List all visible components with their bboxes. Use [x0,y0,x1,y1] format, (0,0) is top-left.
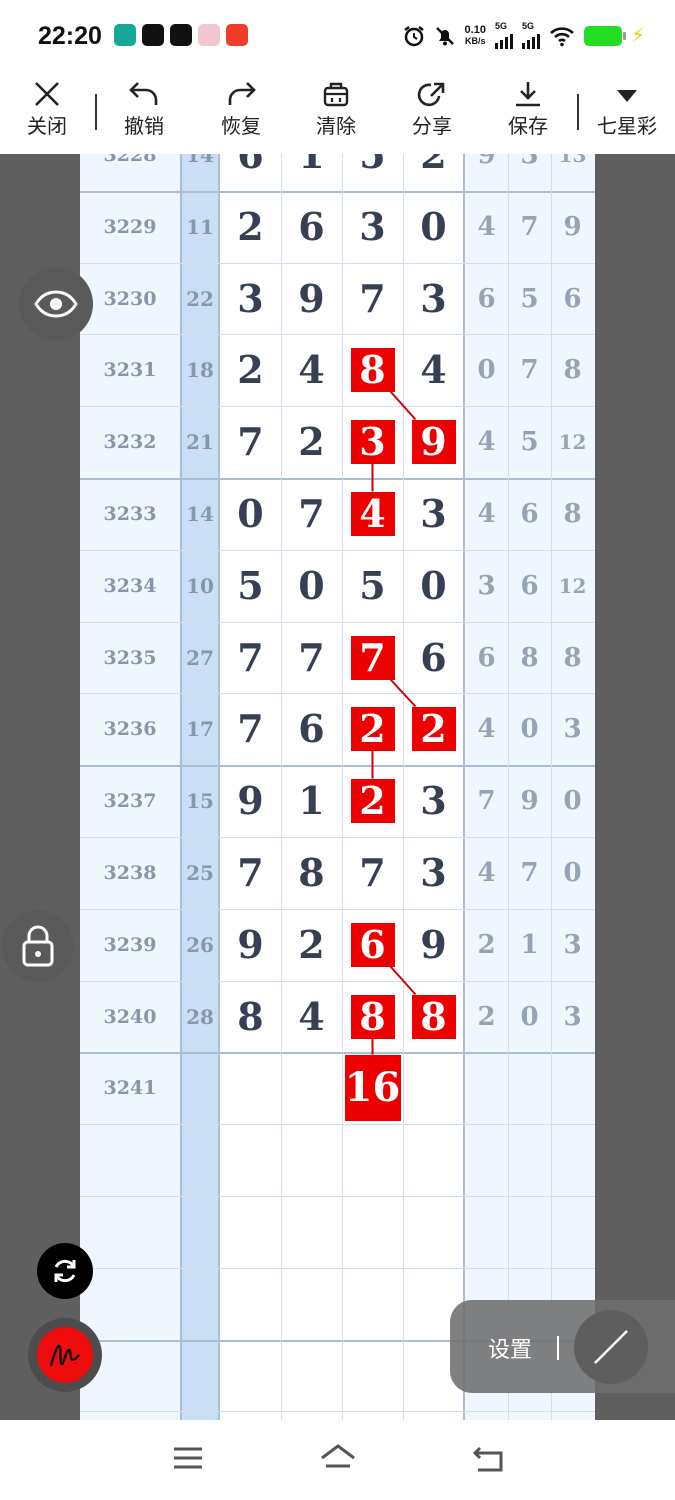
pen-tool-button[interactable] [28,1318,102,1392]
close-button[interactable]: 关闭 [12,72,82,139]
menu-icon[interactable] [172,1444,204,1472]
settings-panel: 设置 [450,1300,675,1393]
clear-button[interactable]: 清除 [301,72,371,139]
shopping-app-icon [226,24,248,46]
wifi-icon [550,26,574,46]
line-tool-button[interactable] [574,1310,648,1384]
redo-button[interactable]: 恢复 [206,72,276,139]
toolbar-divider [577,94,579,130]
redo-icon [228,82,256,105]
back-icon[interactable] [472,1444,504,1474]
capcut-icon [170,24,192,46]
charging-icon: ⚡ [630,25,645,47]
mute-icon [435,26,454,45]
home-icon[interactable] [319,1444,357,1474]
trend-connector-lines [371,390,417,1055]
line-tool-icon [594,1330,628,1364]
visibility-toggle-button[interactable] [19,267,93,341]
refresh-button[interactable] [37,1243,93,1299]
notification-icons [114,24,248,46]
dropdown-icon [617,90,637,102]
canvas-margin-right [595,154,675,1420]
lock-icon [22,925,54,967]
trend-chart-grid[interactable]: 3228 14 6 1 5 2 9 3 13 3229 11 2 6 3 0 4 7 9 3230 22 3 9 7 3 6 5 6… [80,154,595,1420]
alarm-icon [403,25,424,46]
lottery-type-dropdown[interactable]: 七星彩 [592,72,662,139]
refresh-icon [54,1259,76,1283]
pen-icon [49,1344,80,1367]
signal-bars-icon [521,31,540,49]
undo-button[interactable]: 撤销 [109,72,179,139]
signal-5g-1: 5G [494,22,513,49]
save-button[interactable]: 保存 [493,72,563,139]
toolbar-divider [95,94,97,130]
clear-icon [323,82,349,107]
download-icon [516,82,540,107]
share-button[interactable]: 分享 [397,72,467,139]
signal-5g-2: 5G [521,22,540,49]
net-speed: 0.10 KB/s [464,23,486,46]
status-indicators: 0.10 KB/s 5G 5G ⚡ [403,22,645,49]
eye-icon [34,290,78,318]
signal-bars-icon [494,31,513,49]
close-icon [35,82,59,106]
lottery-app-icon [198,24,220,46]
pen-tool-inner [37,1327,93,1383]
settings-divider [557,1336,559,1360]
settings-button[interactable]: 设置 [488,1332,532,1364]
trend-connector [389,390,417,421]
tiktok-icon [142,24,164,46]
top-toolbar: 关闭 撤销 恢复 清除 分享 保存 七星彩 [0,72,675,154]
undo-icon [129,82,158,105]
status-bar: 22:20 0.10 KB/s 5G 5G ⚡ [0,0,675,72]
app-notification-icon [114,24,136,46]
share-icon [417,82,445,107]
lock-button[interactable] [2,910,74,982]
system-nav-bar [0,1420,675,1500]
status-time: 22:20 [38,22,102,50]
battery-icon [583,25,626,46]
trend-connector [389,678,417,708]
trend-connector [389,965,417,996]
canvas-margin-left [0,154,80,1420]
